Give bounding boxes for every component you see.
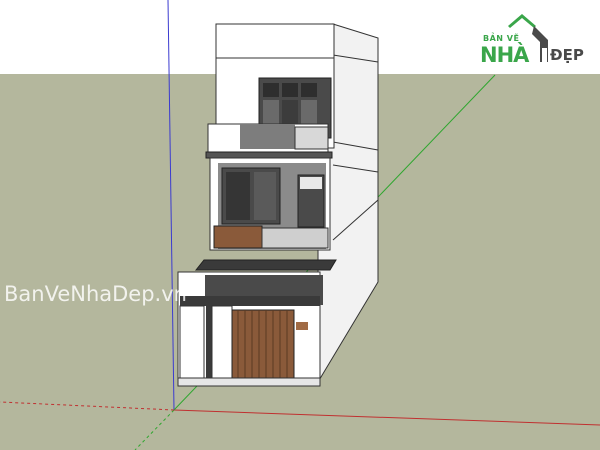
base-step: [177, 377, 321, 387]
top-balcony-concrete: [240, 124, 295, 149]
green-axis-back: [134, 409, 175, 450]
logo-suffix-text: ĐẸP: [550, 46, 584, 64]
middle-window-pane: [226, 172, 250, 220]
top-window-pane: [301, 83, 317, 97]
side-wall-panel: [211, 305, 233, 385]
side-gap: [206, 306, 212, 384]
middle-side-window-top: [300, 177, 322, 189]
side-pillar: [179, 305, 205, 385]
top-balcony-glass: [294, 126, 329, 150]
wood-gate: [231, 309, 295, 381]
blue-axis: [167, 0, 175, 411]
top-parapet: [215, 23, 335, 59]
gate-frame: [180, 296, 320, 306]
red-axis-back: [0, 401, 175, 411]
top-balcony-slab: [205, 151, 333, 159]
address-plate: [296, 322, 308, 330]
watermark-text: BanVeNhaDep.vn: [4, 282, 187, 306]
ground-floor-canopy: [194, 259, 337, 271]
middle-balcony-wood: [213, 225, 263, 249]
top-window-pane: [282, 83, 298, 97]
middle-balcony-glass: [261, 227, 329, 249]
model-viewport[interactable]: BẢN VẼ NHÀ ĐẸP BanVeNhaDep.vn: [0, 0, 600, 450]
logo-top-text: BẢN VẼ: [483, 34, 520, 43]
red-axis: [173, 409, 600, 426]
top-window-pane: [263, 83, 279, 97]
logo-main-text: NHÀ: [480, 43, 529, 67]
middle-window-pane: [254, 172, 276, 220]
brand-logo: BẢN VẼ NHÀ ĐẸP: [474, 12, 592, 68]
